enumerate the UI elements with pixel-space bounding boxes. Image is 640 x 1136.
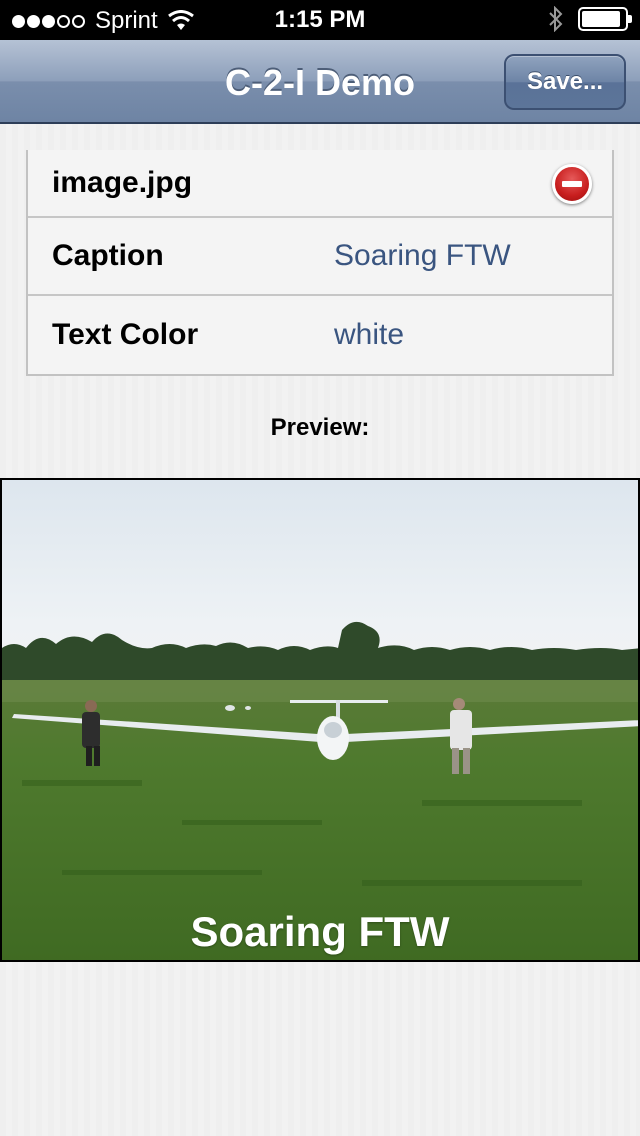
- battery-icon: [578, 7, 632, 31]
- delete-icon[interactable]: [552, 164, 592, 204]
- save-button[interactable]: Save...: [504, 54, 626, 110]
- settings-table: image.jpg Caption Soaring FTW Text Color…: [26, 150, 614, 376]
- preview-label: Preview:: [270, 414, 370, 441]
- status-bar: Sprint 1:15 PM: [0, 0, 640, 40]
- text-color-label: Text Color: [52, 318, 199, 351]
- glider-photo: [2, 621, 638, 960]
- preview-image: Soaring FTW: [0, 478, 640, 962]
- text-color-row[interactable]: Text Color white: [28, 296, 612, 374]
- status-time: 1:15 PM: [274, 6, 366, 33]
- caption-value: Soaring FTW: [334, 239, 511, 272]
- file-row[interactable]: image.jpg: [28, 150, 612, 218]
- battery-fill: [582, 11, 620, 27]
- caption-label: Caption: [52, 239, 164, 272]
- file-name-label: image.jpg: [52, 166, 193, 199]
- preview-caption: Soaring FTW: [190, 908, 450, 955]
- navigation-bar: C-2-I Demo Save...: [0, 40, 640, 124]
- status-right: [548, 6, 632, 32]
- bluetooth-icon: [549, 6, 563, 32]
- text-color-value: white: [334, 318, 405, 351]
- caption-row[interactable]: Caption Soaring FTW: [28, 218, 612, 296]
